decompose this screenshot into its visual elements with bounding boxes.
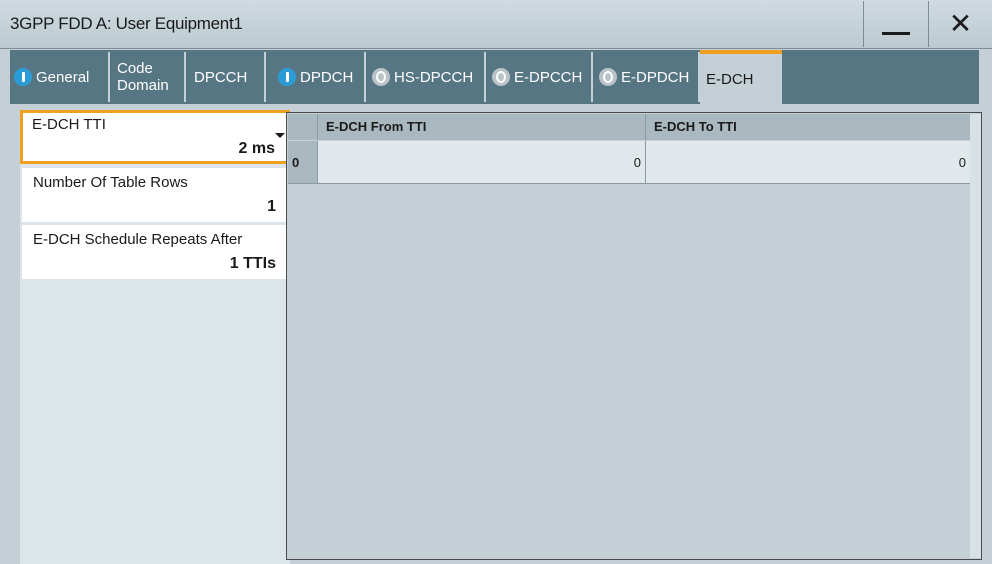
settings-column: E-DCH TTI 2 ms Number Of Table Rows 1 E-… (20, 110, 290, 564)
tab-general[interactable]: General (10, 52, 110, 102)
tab-label: Code Domain (117, 60, 169, 94)
row-index-cell: 0 (288, 141, 318, 184)
state-on-icon (278, 68, 296, 86)
field-label: Number Of Table Rows (33, 174, 188, 191)
schedule-repeats-field[interactable]: E-DCH Schedule Repeats After 1 TTIs (22, 225, 288, 279)
tab-bar: General Code Domain DPCCH DPDCH HS-DPCCH… (10, 50, 979, 104)
close-icon: ✕ (948, 8, 973, 39)
state-off-icon (599, 68, 617, 86)
column-header-from: E-DCH From TTI (318, 114, 646, 140)
tab-e-dpdch[interactable]: E-DPDCH (593, 52, 700, 102)
window-title: 3GPP FDD A: User Equipment1 (10, 14, 243, 33)
title-bar: 3GPP FDD A: User Equipment1 ✕ (0, 0, 992, 49)
state-off-icon (492, 68, 510, 86)
minimize-button[interactable] (863, 1, 927, 47)
field-value: 2 ms (238, 140, 275, 157)
field-label: E-DCH Schedule Repeats After (33, 231, 243, 248)
corner-header-cell (288, 114, 318, 140)
schedule-table: E-DCH From TTI E-DCH To TTI 0 0 0 (286, 112, 982, 560)
field-label: E-DCH TTI (32, 116, 106, 133)
tab-e-dch[interactable]: E-DCH (700, 50, 782, 104)
close-button[interactable]: ✕ (928, 1, 992, 47)
tab-dpdch[interactable]: DPDCH (266, 52, 366, 102)
state-on-icon (14, 68, 32, 86)
tab-label: HS-DPCCH (394, 68, 474, 86)
tab-hs-dpcch[interactable]: HS-DPCCH (366, 52, 486, 102)
cell-value: 0 (958, 155, 966, 170)
dropdown-caret-icon (275, 133, 285, 138)
tab-label: DPDCH (300, 68, 354, 86)
tab-label: General (36, 68, 90, 86)
state-off-icon (372, 68, 390, 86)
vertical-scrollbar[interactable] (970, 114, 981, 558)
tab-e-dpcch[interactable]: E-DPCCH (486, 52, 593, 102)
field-value: 1 (267, 198, 276, 215)
number-of-table-rows-field[interactable]: Number Of Table Rows 1 (22, 168, 288, 222)
cell-value: 0 (633, 155, 641, 170)
tab-label: DPCCH (194, 68, 248, 86)
tab-label: E-DCH (706, 70, 754, 88)
tab-code-domain[interactable]: Code Domain (110, 52, 186, 102)
column-header-to: E-DCH To TTI (646, 114, 971, 140)
e-dch-tti-field[interactable]: E-DCH TTI 2 ms (20, 110, 290, 164)
from-tti-cell[interactable]: 0 (318, 141, 646, 184)
tab-dpcch[interactable]: DPCCH (186, 52, 266, 102)
field-value: 1 TTIs (229, 255, 276, 272)
to-tti-cell[interactable]: 0 (646, 141, 971, 184)
tab-label: E-DPCCH (514, 68, 583, 86)
minimize-icon (881, 31, 910, 35)
tab-label: E-DPDCH (621, 68, 690, 86)
